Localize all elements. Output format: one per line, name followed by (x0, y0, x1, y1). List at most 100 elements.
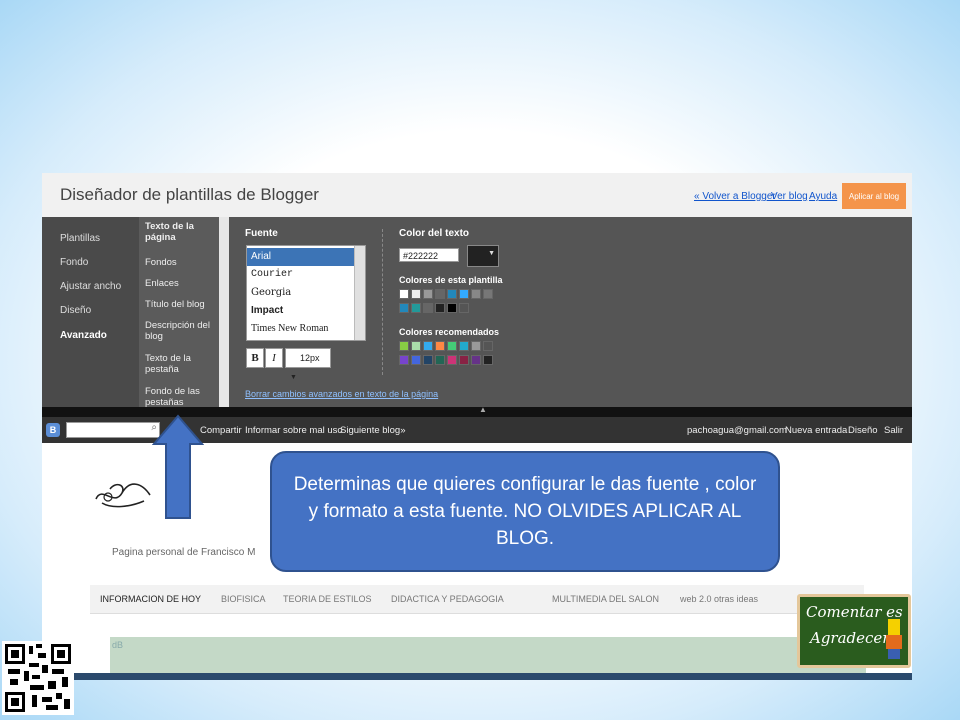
text-color-input[interactable]: #222222 (399, 248, 459, 262)
font-option-courier[interactable]: Courier (247, 266, 355, 284)
font-list-scrollbar[interactable] (354, 246, 365, 340)
font-size-value: 12px (300, 353, 320, 363)
recommended-color-swatch[interactable] (399, 355, 409, 365)
nav-item-tab-background[interactable]: Fondo de las pestañas (145, 386, 213, 408)
template-color-swatch[interactable] (411, 289, 421, 299)
cartoon-character-icon (886, 619, 902, 659)
recommended-color-swatch[interactable] (399, 341, 409, 351)
stamp-line-2: Agradecer (810, 629, 890, 647)
nav-scrollbar[interactable] (219, 217, 229, 407)
template-color-swatch[interactable] (471, 289, 481, 299)
template-color-swatch[interactable] (447, 289, 457, 299)
recommended-color-swatch[interactable] (423, 341, 433, 351)
recommended-color-swatch[interactable] (411, 355, 421, 365)
primary-nav: Plantillas Fondo Ajustar ancho Diseño Av… (42, 217, 139, 407)
recommended-color-swatch[interactable] (411, 341, 421, 351)
share-link[interactable]: Compartir (200, 425, 242, 436)
font-option-impact[interactable]: Impact (247, 302, 355, 320)
editor-panel: Plantillas Fondo Ajustar ancho Diseño Av… (42, 217, 912, 408)
windows-taskbar (42, 673, 912, 680)
template-colors-label: Colores de esta plantilla (399, 275, 503, 285)
template-color-swatch[interactable] (459, 303, 469, 313)
next-blog-link[interactable]: Siguiente blog» (340, 425, 406, 436)
recommended-color-swatch[interactable] (447, 355, 457, 365)
nav-item-blog-title[interactable]: Título del blog (145, 299, 213, 310)
recommended-colors-label: Colores recomendados (399, 327, 500, 337)
sign-out-link[interactable]: Salir (884, 425, 903, 436)
font-option-georgia[interactable]: Georgia (247, 284, 355, 302)
secondary-nav: Texto de la página Fondos Enlaces Título… (139, 217, 219, 408)
font-list[interactable]: Arial Courier Georgia Impact Times New R… (246, 245, 366, 341)
recommended-color-swatch[interactable] (459, 341, 469, 351)
comment-stamp: Comentar es Agradecer (797, 594, 911, 668)
template-color-swatch[interactable] (483, 289, 493, 299)
callout-text: Determinas que quieres configurar le das… (293, 474, 757, 549)
tab-informacion-de-hoy[interactable]: INFORMACION DE HOY (100, 594, 201, 604)
reset-advanced-changes-link[interactable]: Borrar cambios avanzados en texto de la … (245, 389, 438, 399)
recommended-color-swatch[interactable] (447, 341, 457, 351)
blog-logo-sketch (95, 483, 151, 508)
template-color-swatch[interactable] (399, 289, 409, 299)
tab-teoria-de-estilos[interactable]: TEORIA DE ESTILOS (283, 594, 372, 604)
nav-item-page-text[interactable]: Texto de la página (145, 221, 213, 243)
navbar-search-input[interactable]: ⌕ (66, 422, 160, 438)
designer-header: Diseñador de plantillas de Blogger « Vol… (42, 173, 912, 218)
bold-button[interactable]: B (246, 348, 264, 368)
font-size-select[interactable]: 12px ▼ (285, 348, 331, 381)
template-color-swatch[interactable] (459, 289, 469, 299)
help-link[interactable]: Ayuda (809, 191, 837, 202)
user-email: pachoagua@gmail.com (687, 425, 787, 436)
color-picker-button[interactable]: ▼ (467, 245, 499, 267)
template-color-swatch[interactable] (435, 303, 445, 313)
font-section-label: Fuente (245, 228, 278, 239)
tab-multimedia-del-salon[interactable]: MULTIMEDIA DEL SALON (552, 594, 659, 604)
new-post-link[interactable]: Nueva entrada (785, 425, 847, 436)
template-color-swatch[interactable] (399, 303, 409, 313)
nav-item-links[interactable]: Enlaces (145, 278, 213, 289)
blogger-logo-icon[interactable]: B (46, 423, 60, 437)
nav-item-advanced[interactable]: Avanzado (60, 330, 107, 341)
qr-code-icon (2, 641, 74, 715)
template-color-swatch[interactable] (423, 289, 433, 299)
font-option-arial[interactable]: Arial (247, 248, 355, 266)
template-color-swatch[interactable] (447, 303, 457, 313)
blog-tabs: INFORMACION DE HOY BIOFISICA TEORIA DE E… (90, 585, 864, 614)
template-color-swatches (399, 289, 509, 319)
recommended-color-swatch[interactable] (423, 355, 433, 365)
recommended-color-swatches (399, 341, 509, 371)
recommended-color-swatch[interactable] (483, 355, 493, 365)
tab-biofisica[interactable]: BIOFISICA (221, 594, 266, 604)
recommended-color-swatch[interactable] (471, 355, 481, 365)
recommended-color-swatch[interactable] (459, 355, 469, 365)
back-to-blogger-link[interactable]: « Volver a Blogger (694, 191, 776, 202)
banner-text: dB (112, 640, 124, 650)
tab-didactica-y-pedagogia[interactable]: DIDACTICA Y PEDAGOGIA (391, 594, 504, 604)
italic-button[interactable]: I (265, 348, 283, 368)
pointer-arrow-icon (152, 414, 204, 519)
nav-item-layout[interactable]: Diseño (60, 305, 91, 316)
template-color-swatch[interactable] (435, 289, 445, 299)
recommended-color-swatch[interactable] (435, 341, 445, 351)
apply-to-blog-button[interactable]: Aplicar al blog (842, 183, 906, 209)
text-color-label: Color del texto (399, 228, 470, 239)
recommended-color-swatch[interactable] (483, 341, 493, 351)
section-divider (382, 229, 383, 375)
blog-subtitle: Pagina personal de Francisco M (112, 547, 256, 558)
nav-item-backgrounds[interactable]: Fondos (145, 257, 213, 268)
nav-item-blog-description[interactable]: Descripción del blog (145, 320, 213, 342)
chevron-down-icon: ▼ (488, 250, 495, 257)
nav-item-adjust-width[interactable]: Ajustar ancho (60, 281, 121, 292)
view-blog-link[interactable]: Ver blog (771, 191, 808, 202)
font-option-times-new-roman[interactable]: Times New Roman (247, 320, 355, 338)
nav-item-background[interactable]: Fondo (60, 257, 88, 268)
recommended-color-swatch[interactable] (435, 355, 445, 365)
report-abuse-link[interactable]: Informar sobre mal uso (245, 425, 343, 436)
template-color-swatch[interactable] (411, 303, 421, 313)
template-color-swatch[interactable] (423, 303, 433, 313)
nav-item-tab-text[interactable]: Texto de la pestaña (145, 353, 213, 375)
nav-item-templates[interactable]: Plantillas (60, 233, 100, 244)
recommended-color-swatch[interactable] (471, 341, 481, 351)
design-link[interactable]: Diseño (848, 425, 878, 436)
tab-web-2-otras-ideas[interactable]: web 2.0 otras ideas (680, 594, 758, 604)
collapse-up-icon[interactable]: ▲ (479, 405, 487, 414)
